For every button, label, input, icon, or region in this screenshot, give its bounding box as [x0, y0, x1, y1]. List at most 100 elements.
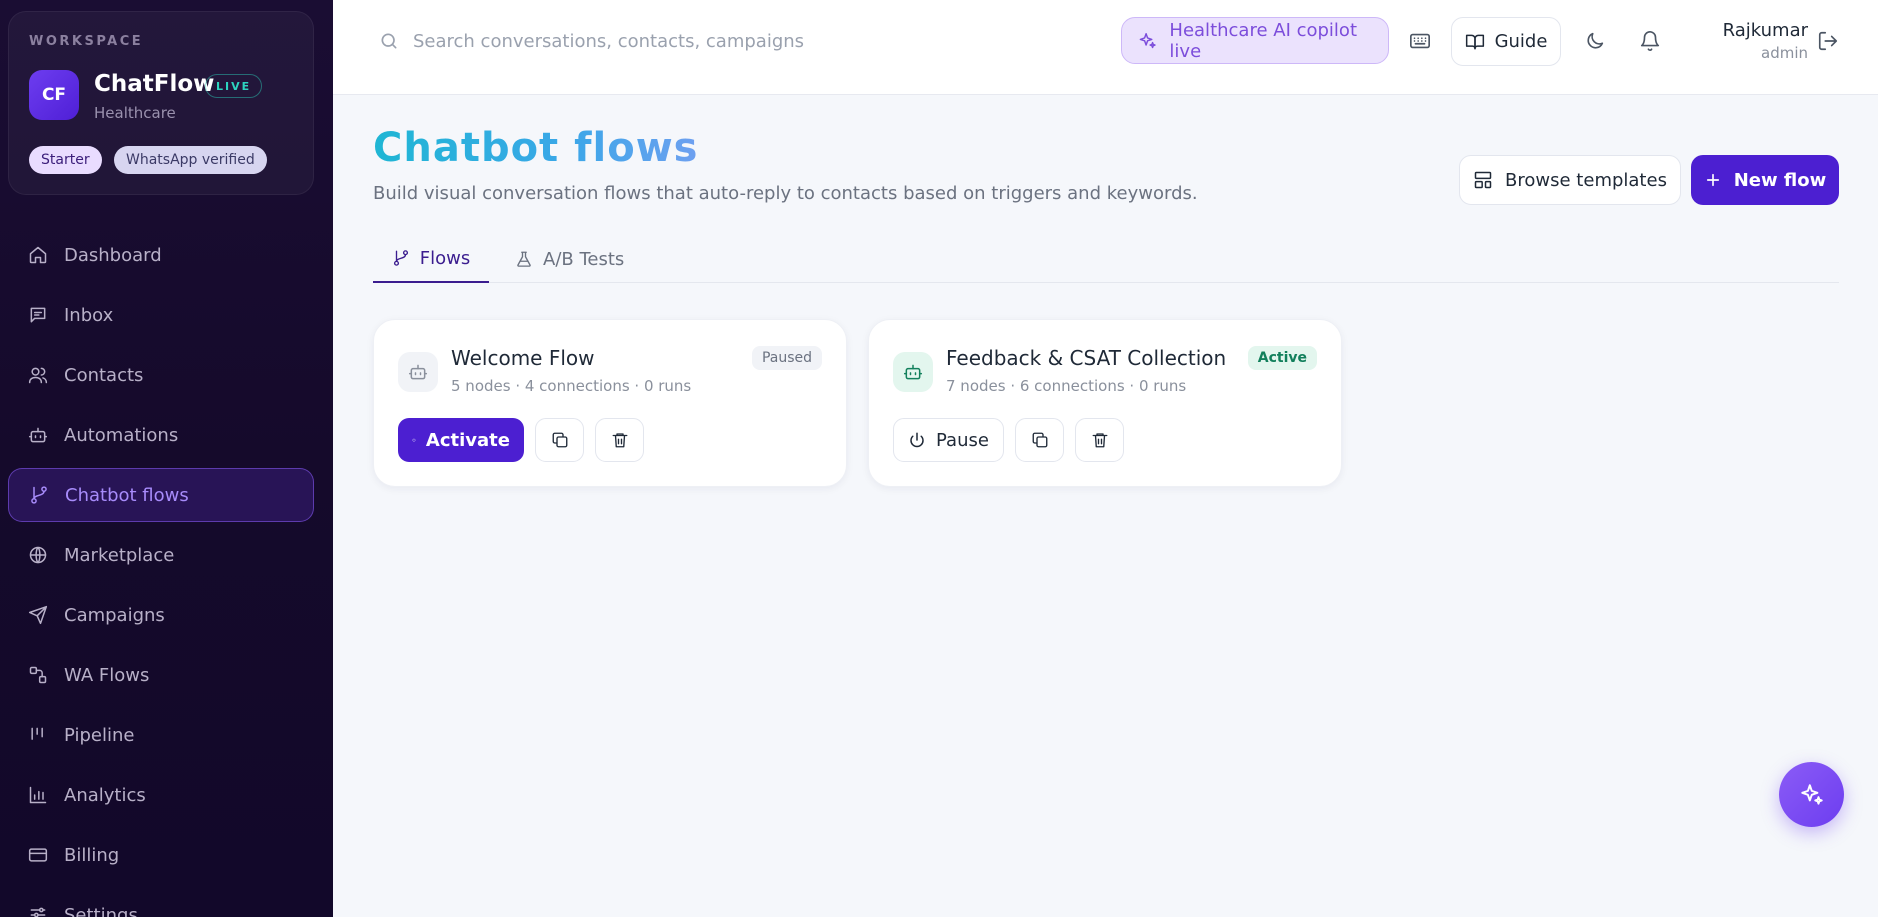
sidebar-item-contacts[interactable]: Contacts — [8, 348, 314, 402]
bot-icon — [903, 364, 923, 380]
sidebar-item-label: WA Flows — [64, 664, 150, 686]
sidebar-item-label: Analytics — [64, 784, 146, 806]
topbar: Healthcare AI copilot live Guide Rajkuma… — [333, 0, 1878, 95]
sidebar-item-dashboard[interactable]: Dashboard — [8, 228, 314, 282]
sidebar: WORKSPACE CF ChatFlow LIVE Healthcare St… — [0, 0, 333, 917]
pause-label: Pause — [936, 429, 989, 451]
moon-icon[interactable] — [1584, 30, 1606, 52]
copilot-status-button[interactable]: Healthcare AI copilot live — [1121, 17, 1389, 64]
workspace-card[interactable]: WORKSPACE CF ChatFlow LIVE Healthcare St… — [8, 11, 314, 195]
flask-icon — [517, 251, 531, 267]
live-badge: LIVE — [205, 74, 263, 98]
copy-icon — [1032, 432, 1047, 448]
status-badge: Active — [1247, 346, 1317, 370]
sidebar-item-label: Marketplace — [64, 544, 175, 566]
activate-label: Activate — [425, 429, 510, 451]
tab-ab-tests[interactable]: A/B Tests — [515, 235, 635, 283]
sidebar-item-automations[interactable]: Automations — [8, 408, 314, 462]
sidebar-item-label: Dashboard — [64, 244, 162, 266]
sidebar-item-label: Campaigns — [64, 604, 165, 626]
whatsapp-verified-badge: WhatsApp verified — [114, 146, 267, 174]
page-subtitle: Build visual conversation flows that aut… — [373, 183, 1198, 204]
flow-meta: 5 nodes · 4 connections · 0 runs — [451, 377, 692, 395]
sidebar-item-billing[interactable]: Billing — [8, 828, 314, 882]
tab-bar: Flows A/B Tests — [373, 235, 1839, 283]
user-name[interactable]: Rajkumar — [1698, 20, 1808, 41]
sidebar-item-inbox[interactable]: Inbox — [8, 288, 314, 342]
new-flow-button[interactable]: New flow — [1691, 155, 1839, 205]
sparkles-icon — [1800, 783, 1823, 805]
flow-title: Welcome Flow — [451, 346, 595, 370]
plan-badge: Starter — [29, 146, 102, 174]
bot-icon — [408, 364, 428, 380]
sidebar-item-wa-flows[interactable]: WA Flows — [8, 648, 314, 702]
pause-button[interactable]: Pause — [893, 418, 1004, 462]
keyboard-icon[interactable] — [1408, 30, 1432, 52]
sidebar-item-label: Chatbot flows — [65, 484, 189, 506]
sparkles-icon — [1139, 32, 1156, 48]
trash-icon — [1092, 433, 1107, 448]
main-content: Chatbot flows Build visual conversation … — [333, 95, 1878, 917]
home-icon — [29, 246, 47, 264]
duplicate-button[interactable] — [1015, 418, 1064, 462]
search-input[interactable] — [413, 22, 933, 60]
git-branch-icon — [31, 486, 47, 504]
delete-button[interactable] — [595, 418, 644, 462]
workflow-icon — [29, 666, 47, 684]
robot-icon — [28, 427, 48, 443]
flow-meta: 7 nodes · 6 connections · 0 runs — [946, 377, 1187, 395]
copy-icon — [552, 432, 567, 448]
guide-button[interactable]: Guide — [1451, 17, 1561, 66]
bot-icon-wrapper — [398, 352, 438, 392]
sidebar-item-analytics[interactable]: Analytics — [8, 768, 314, 822]
flow-card[interactable]: Welcome Flow 5 nodes · 4 connections · 0… — [373, 319, 847, 487]
sidebar-item-marketplace[interactable]: Marketplace — [8, 528, 314, 582]
tab-label: A/B Tests — [543, 248, 625, 270]
bot-icon-wrapper — [893, 352, 933, 392]
status-badge: Paused — [751, 346, 822, 370]
sidebar-item-label: Inbox — [64, 304, 114, 326]
trash-icon — [612, 433, 627, 448]
bar-chart-icon — [29, 786, 47, 804]
activate-button[interactable]: Activate — [398, 418, 524, 462]
delete-button[interactable] — [1075, 418, 1124, 462]
message-icon — [30, 307, 46, 323]
sidebar-item-label: Settings — [64, 904, 138, 917]
user-role: admin — [1761, 44, 1808, 62]
send-icon — [28, 605, 48, 625]
globe-icon — [29, 546, 47, 564]
power-icon — [910, 432, 924, 448]
logout-icon[interactable] — [1817, 30, 1839, 52]
sidebar-item-label: Billing — [64, 844, 120, 866]
sidebar-item-campaigns[interactable]: Campaigns — [8, 588, 314, 642]
workspace-name: ChatFlow — [94, 71, 215, 97]
browse-templates-button[interactable]: Browse templates — [1459, 155, 1681, 205]
page-title: Chatbot flows — [373, 125, 699, 171]
duplicate-button[interactable] — [535, 418, 584, 462]
ai-assistant-fab[interactable] — [1779, 762, 1844, 827]
tab-label: Flows — [419, 247, 471, 269]
bell-icon[interactable] — [1639, 30, 1661, 52]
new-flow-label: New flow — [1733, 169, 1827, 191]
tab-flows[interactable]: Flows — [373, 235, 489, 283]
sidebar-item-label: Contacts — [64, 364, 144, 386]
browse-templates-label: Browse templates — [1505, 169, 1667, 191]
workspace-subtitle: Healthcare — [94, 104, 176, 122]
settings-icon — [30, 907, 46, 917]
sidebar-item-pipeline[interactable]: Pipeline — [8, 708, 314, 762]
users-icon — [28, 367, 48, 384]
flow-title: Feedback & CSAT Collection — [946, 346, 1227, 370]
copilot-label: Healthcare AI copilot live — [1169, 19, 1358, 62]
sidebar-item-chatbot-flows[interactable]: Chatbot flows — [8, 468, 314, 522]
sidebar-item-settings[interactable]: Settings — [8, 888, 314, 917]
power-icon — [412, 438, 416, 442]
search-icon — [381, 33, 397, 49]
sidebar-item-label: Automations — [64, 424, 179, 446]
guide-label: Guide — [1494, 31, 1548, 52]
flow-card[interactable]: Feedback & CSAT Collection 7 nodes · 6 c… — [868, 319, 1342, 487]
pipeline-icon — [31, 727, 43, 740]
book-open-icon — [1465, 34, 1484, 49]
sidebar-nav: Dashboard Inbox Contacts Automations Cha… — [8, 228, 314, 917]
credit-card-icon — [28, 848, 48, 862]
sidebar-item-label: Pipeline — [64, 724, 135, 746]
